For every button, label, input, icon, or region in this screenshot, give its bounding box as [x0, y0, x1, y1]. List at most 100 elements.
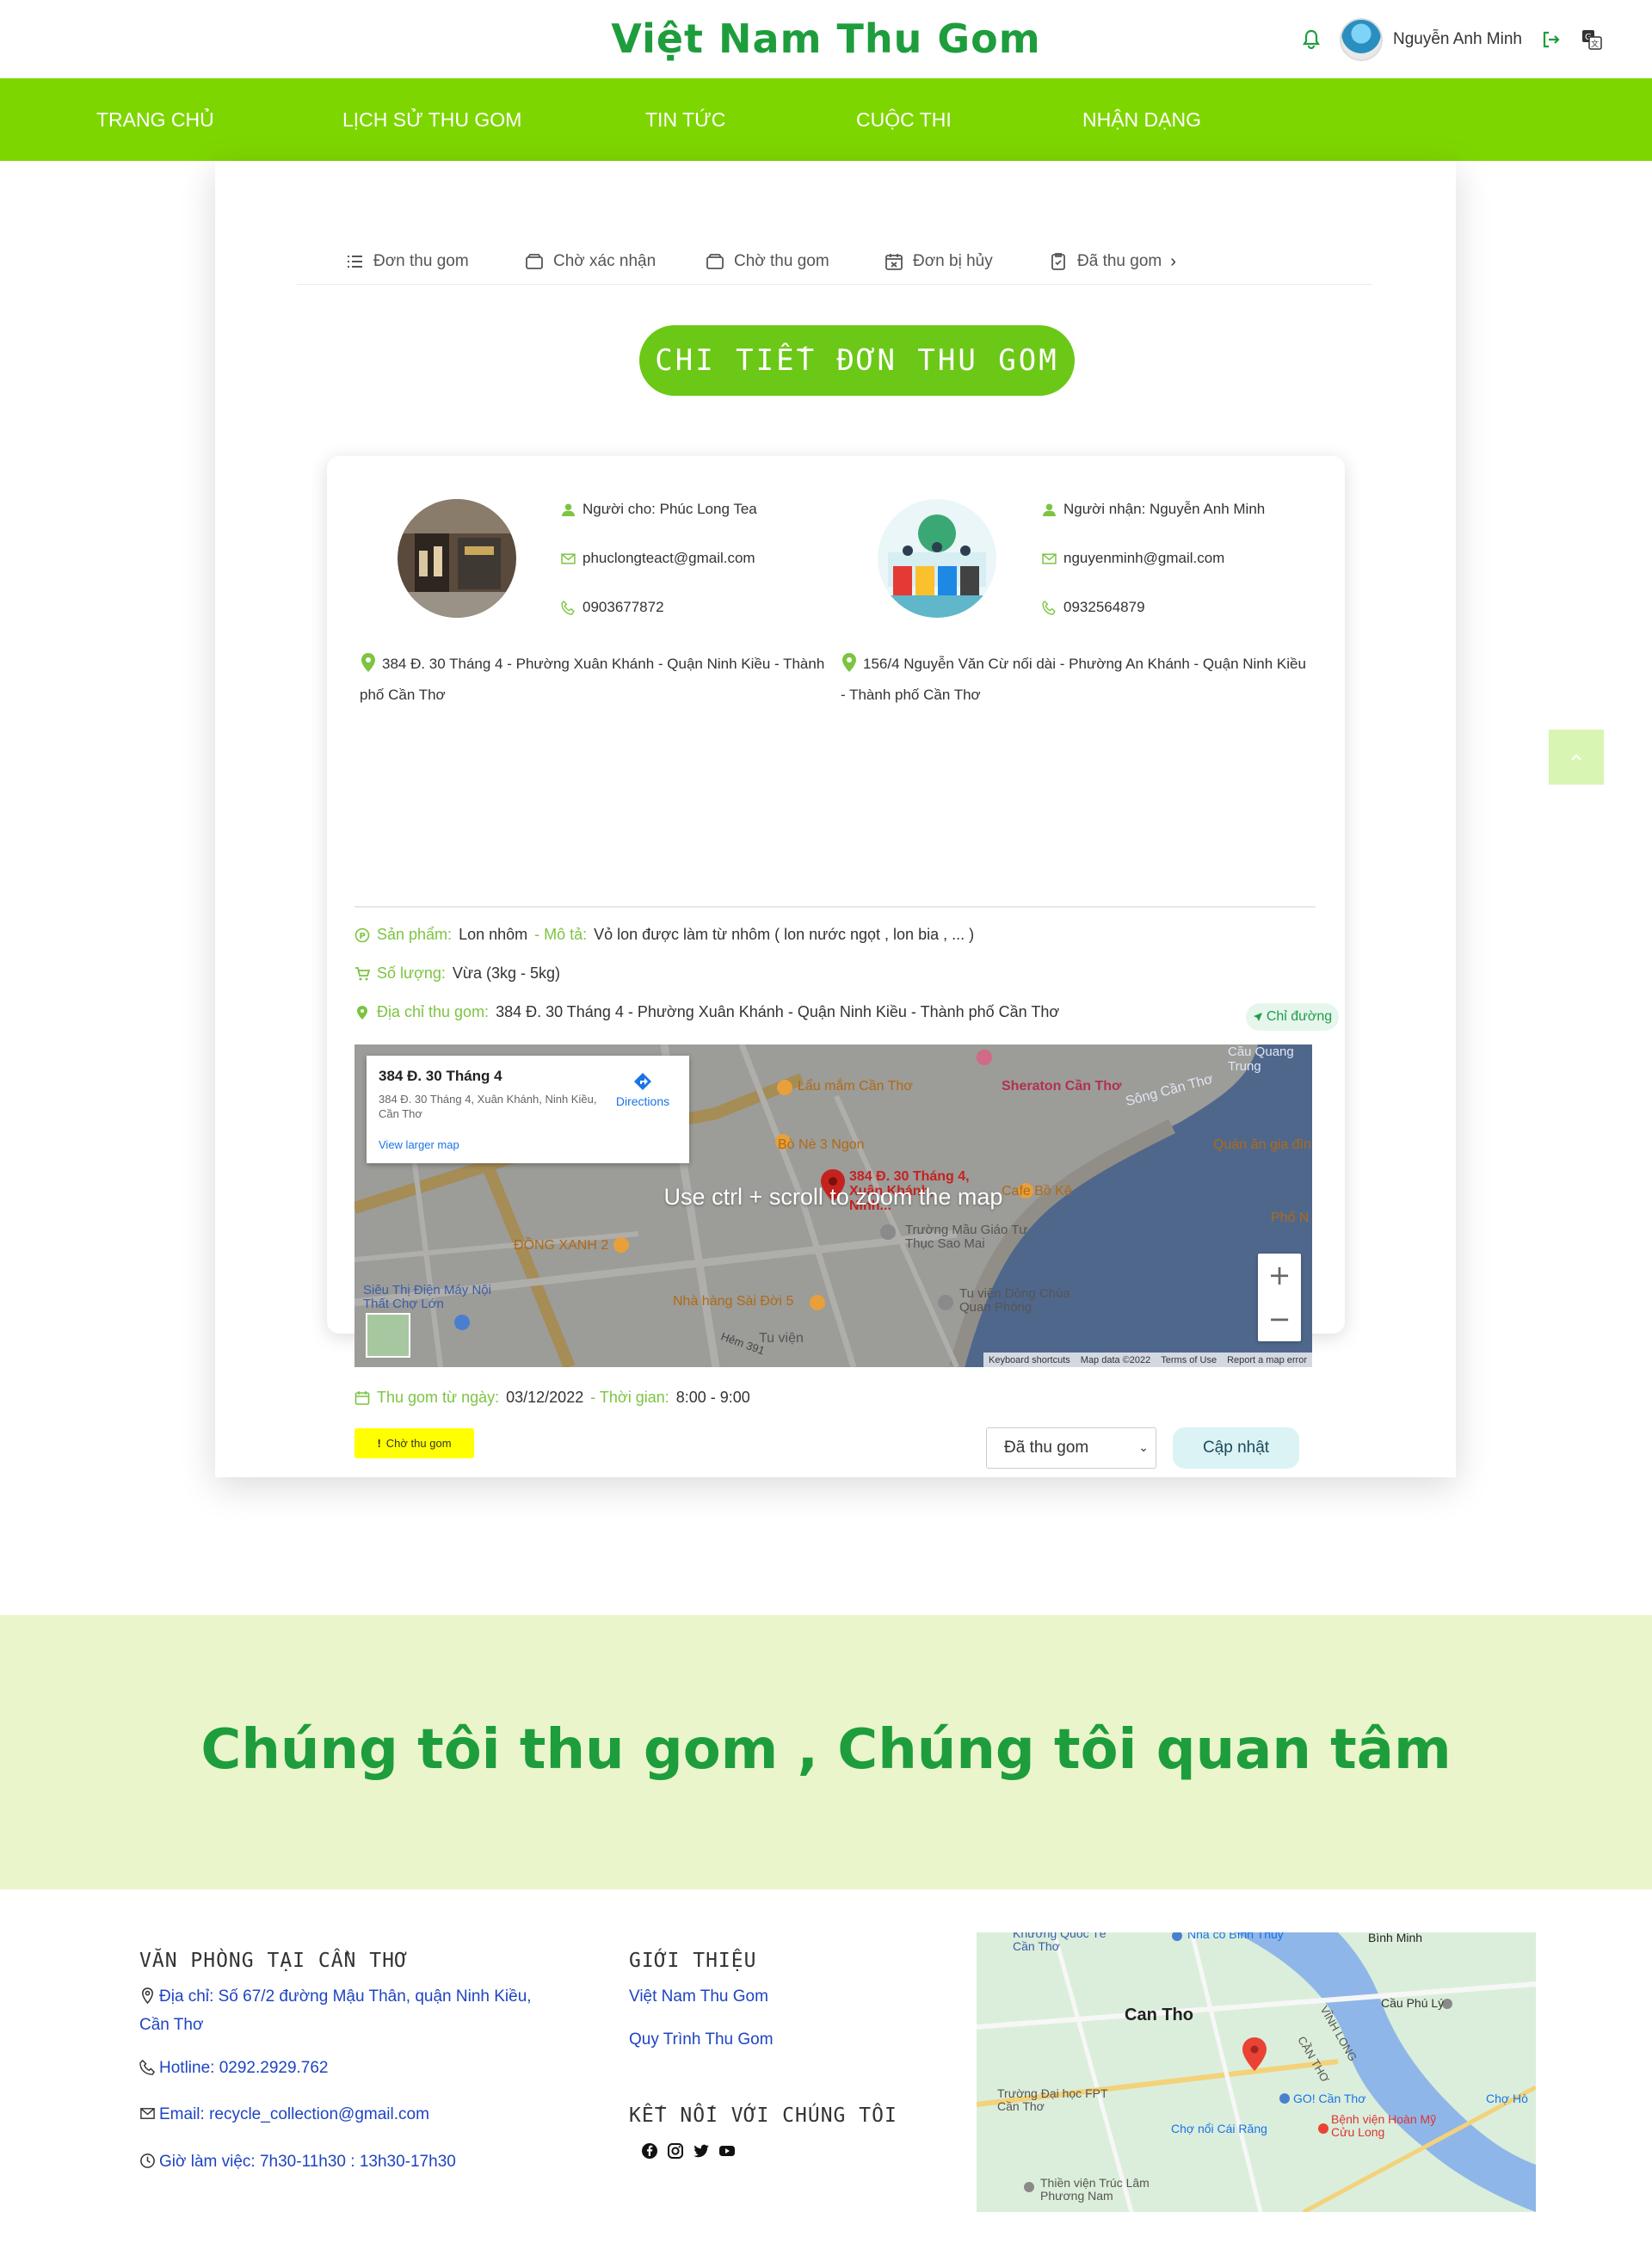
footer-map-label: Khương Quốc Tế Cần Thơ [1013, 1932, 1106, 1953]
sender-email: phuclongteact@gmail.com [583, 550, 755, 566]
username-label[interactable]: Nguyễn Anh Minh [1393, 30, 1522, 49]
sender-phone: 0903677872 [583, 599, 664, 615]
twitter-icon[interactable] [693, 2142, 710, 2160]
tab-label: Chờ xác nhận [553, 252, 656, 270]
status-select-value: Đã thu gom [1004, 1439, 1089, 1457]
directions-link[interactable]: Directions [604, 1071, 681, 1108]
embedded-map[interactable]: Lẩu mắm Cần Thơ Sheraton Cần Thơ Bò Nè 3… [354, 1044, 1312, 1367]
report-error-link[interactable]: Report a map error [1227, 1355, 1307, 1365]
about-link-brand[interactable]: Việt Nam Thu Gom [629, 1982, 768, 2011]
hours-text: Giờ làm việc: 7h30-11h30 : 13h30-17h30 [159, 2153, 456, 2171]
time-value: 8:00 - 9:00 [675, 1389, 750, 1406]
zoom-out-button[interactable]: − [1258, 1297, 1301, 1341]
product-label: Sản phẩm: [377, 926, 453, 943]
receiver-avatar [878, 499, 996, 618]
tab-label: Đã thu gom [1077, 252, 1162, 270]
collect-address-value: 384 Đ. 30 Tháng 4 - Phường Xuân Khánh - … [496, 1003, 1060, 1020]
nav-item-home[interactable]: TRANG CHỦ [96, 78, 214, 161]
office-address-l2: Cần Thơ [139, 2016, 204, 2034]
product-icon: P [354, 927, 370, 942]
receiver-address: 156/4 Nguyễn Văn Cừ nối dài - Phường An … [841, 649, 1322, 711]
nav-item-history[interactable]: LỊCH SỬ THU GOM [342, 78, 521, 161]
svg-text:P: P [360, 932, 366, 941]
divider [354, 906, 1316, 908]
status-badge-label: Chờ thu gom [385, 1437, 452, 1450]
facebook-icon[interactable] [641, 2142, 658, 2160]
receiver-name: Người nhận: Nguyễn Anh Minh [1063, 501, 1266, 517]
about-heading: GIỚI THIỆU [629, 1950, 757, 1972]
keyboard-shortcuts-link[interactable]: Keyboard shortcuts [989, 1355, 1070, 1365]
map-place: Nhà hàng Sài Đời 5 [673, 1294, 794, 1309]
receiver-address-l1: 156/4 Nguyễn Văn Cừ nối dài - Phường An … [863, 656, 1306, 672]
footer-map-label: Bình Minh [1368, 1932, 1423, 1944]
nav-item-recognition[interactable]: NHẬN DẠNG [1082, 78, 1201, 161]
main-nav: TRANG CHỦ LỊCH SỬ THU GOM TIN TỨC CUỘC T… [0, 78, 1652, 161]
tab-orders[interactable]: Đơn thu gom [344, 242, 469, 281]
translate-icon[interactable]: G文 [1579, 27, 1605, 52]
footer-map-label: Chợ nổi Cái Răng [1171, 2122, 1267, 2135]
directions-text: Directions [615, 1094, 670, 1108]
terms-link[interactable]: Terms of Use [1161, 1355, 1217, 1365]
footer-map-label: Can Tho [1125, 2006, 1193, 2024]
receiver-phone-line: 0932564879 [1042, 599, 1145, 616]
office-address-l1: Địa chỉ: Số 67/2 đường Mậu Thân, quận Ni… [159, 1987, 532, 2006]
calendar-x-icon [885, 254, 903, 270]
envelope-icon [1042, 552, 1057, 564]
nav-item-contest[interactable]: CUỘC THI [856, 78, 952, 161]
status-select[interactable]: Đã thu gom ⌄ [986, 1427, 1156, 1469]
status-badge: ! Chờ thu gom [354, 1428, 474, 1458]
footer-map-label: Chợ Hò [1486, 2092, 1528, 2105]
chevron-up-icon [1571, 754, 1581, 761]
bell-icon[interactable] [1298, 27, 1324, 52]
footer-map-canvas [977, 1932, 1536, 2212]
envelope-icon [140, 2108, 155, 2119]
nav-item-news[interactable]: TIN TỨC [645, 78, 725, 161]
sender-address: 384 Đ. 30 Tháng 4 - Phường Xuân Khánh - … [360, 649, 837, 711]
slogan-band: Chúng tôi thu gom , Chúng tôi quan tâm [0, 1615, 1652, 1889]
map-pin-icon [842, 653, 856, 672]
scroll-to-top-button[interactable] [1549, 730, 1604, 785]
update-button[interactable]: Cập nhật [1173, 1427, 1299, 1469]
map-pin-icon [357, 1005, 367, 1020]
map-place: Lẩu mắm Cần Thơ [798, 1079, 913, 1094]
tab-pending-confirm[interactable]: Chờ xác nhận [524, 242, 656, 281]
youtube-icon[interactable] [718, 2142, 736, 2160]
footer-map-label: Nhà cổ Bình Thủy [1187, 1932, 1284, 1941]
map-place: Bò Nè 3 Ngon [778, 1137, 865, 1152]
footer-map[interactable]: Can Tho Bình Minh Trường Đại học FPT Cần… [977, 1932, 1536, 2212]
receiver-phone: 0932564879 [1063, 599, 1145, 615]
date-label: Thu gom từ ngày: [377, 1389, 500, 1406]
sender-name: Người cho: Phúc Long Tea [583, 501, 757, 517]
exclamation-icon: ! [377, 1437, 381, 1450]
hotline-link[interactable]: Hotline: 0292.2929.762 [139, 2054, 329, 2082]
chevron-right-icon[interactable]: › [1170, 252, 1176, 272]
cart-icon [355, 966, 370, 980]
avatar[interactable] [1340, 18, 1383, 61]
tab-pending-collect[interactable]: Chờ thu gom [705, 242, 829, 281]
clipboard-check-icon [1051, 253, 1065, 270]
email-link[interactable]: Email: recycle_collection@gmail.com [139, 2100, 429, 2129]
directions-button[interactable]: Chỉ đường [1246, 1003, 1339, 1031]
footer-map-label: Thiền viện Trúc Lâm Phương Nam [1040, 2176, 1150, 2203]
logout-icon[interactable] [1538, 27, 1563, 52]
slogan-text: Chúng tôi thu gom , Chúng tôi quan tâm [200, 1718, 1452, 1782]
map-place: Cầu Quang Trung [1228, 1044, 1294, 1074]
about-link-process[interactable]: Quy Trình Thu Gom [629, 2025, 774, 2054]
instagram-icon[interactable] [667, 2142, 684, 2160]
tab-cancelled[interactable]: Đơn bị hủy [884, 242, 993, 281]
footer-map-label: GO! Cần Thơ [1293, 2092, 1366, 2105]
map-place: Trường Mầu Giáo Tư Thục Sao Mai [905, 1223, 1028, 1251]
phone-icon [139, 2059, 156, 2075]
zoom-in-button[interactable]: + [1258, 1254, 1301, 1297]
calendar-icon [354, 1390, 370, 1405]
map-place: Sheraton Cần Thơ [1002, 1079, 1122, 1094]
tab-collected[interactable]: Đã thu gom › [1048, 242, 1176, 281]
office-address: Địa chỉ: Số 67/2 đường Mậu Thân, quận Ni… [139, 1982, 587, 2039]
map-place: Tu viện Dòng Chúa Quan Phòng [959, 1286, 1070, 1315]
collect-address-line: Địa chỉ thu gom: 384 Đ. 30 Tháng 4 - Phư… [354, 1003, 1059, 1021]
time-label: - Thời gian: [590, 1389, 669, 1406]
office-heading: VĂN PHÒNG TẠI CẦN THƠ [139, 1950, 408, 1972]
tab-label: Đơn thu gom [373, 252, 469, 270]
user-area: Nguyễn Anh Minh G文 [1298, 15, 1605, 64]
view-larger-map-link[interactable]: View larger map [379, 1138, 459, 1151]
